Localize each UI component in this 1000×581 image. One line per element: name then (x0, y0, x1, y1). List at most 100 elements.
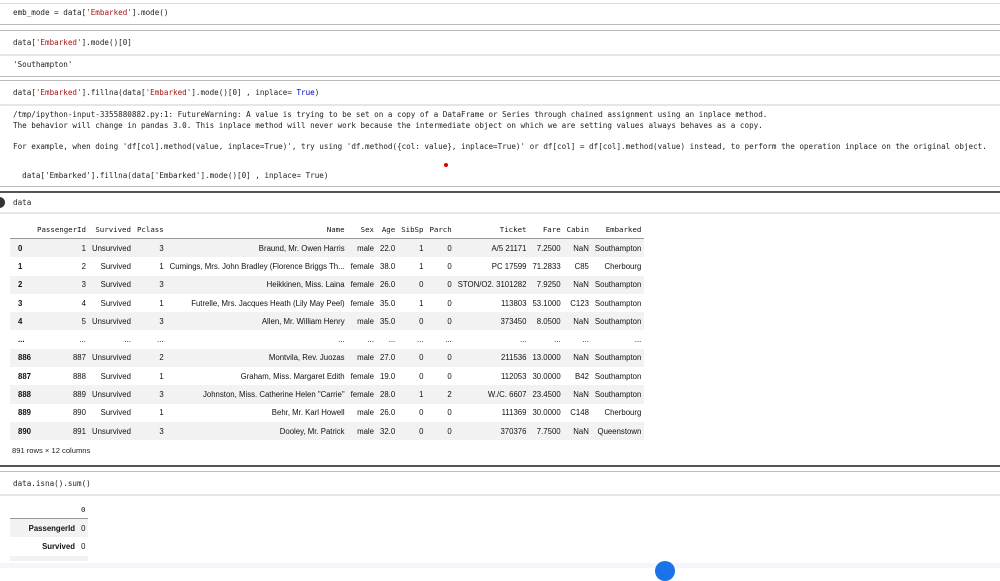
table-cell: C85 (574, 261, 589, 271)
table-cell: NaN (563, 275, 592, 294)
row-index: 1 (18, 261, 23, 271)
table-cell: 1 (159, 261, 164, 271)
cursor-dot-icon (444, 163, 448, 167)
column-header: SibSp (398, 221, 427, 239)
table-cell: 887 (34, 348, 89, 368)
table-cell: 1 (419, 298, 424, 308)
column-header: Age (377, 221, 399, 239)
table-cell: female (347, 275, 377, 294)
code-text: emb_mode = data[ (13, 8, 87, 17)
table-cell: 23.4500 (529, 385, 564, 404)
code-string: 'Embarked' (35, 38, 82, 47)
table-cell: 0 (419, 371, 424, 381)
code-text: ].mode()[0] (81, 38, 132, 47)
row-index: 886 (10, 348, 35, 368)
row-index: ... (18, 335, 25, 345)
table-cell: 3 (133, 385, 167, 404)
table-cell: 19.0 (380, 371, 396, 381)
table-cell: Unsurvived (88, 385, 134, 404)
row-index: 888 (10, 385, 35, 404)
table-cell: 0 (426, 312, 455, 331)
table-cell: female (347, 385, 377, 404)
code-cell-4[interactable]: data (13, 198, 31, 207)
table-cell: ... (338, 335, 345, 345)
table-cell: 28.0 (377, 385, 399, 404)
table-cell: 0 (426, 275, 455, 294)
table-cell: Survived (88, 275, 134, 294)
column-header: Survived (88, 221, 134, 239)
table-cell: Allen, Mr. William Henry (166, 312, 348, 331)
table-cell: Dooley, Mr. Patrick (166, 421, 348, 441)
table-cell: 7.7500 (529, 421, 564, 441)
table-cell: 891 (34, 421, 89, 441)
table-cell: 0 (447, 298, 452, 308)
table-cell: ... (554, 335, 561, 345)
run-button-icon[interactable] (0, 197, 5, 208)
table-cell: NaN (563, 385, 592, 404)
table-cell: Southampton (591, 238, 645, 258)
table-cell: Unsurvived (88, 312, 134, 331)
table-cell: A/5 21171 (454, 238, 530, 258)
table-cell: 1 (398, 385, 427, 404)
table-cell: 32.0 (377, 421, 399, 441)
table-cell: 30.0000 (532, 371, 561, 381)
table-cell: 27.0 (377, 348, 399, 368)
table-cell: Southampton (594, 298, 642, 308)
table-cell: 3 (34, 275, 89, 294)
table-cell: 1 (419, 261, 424, 271)
table-cell: Montvila, Rev. Juozas (166, 348, 348, 368)
table-cell: PC 17599 (491, 261, 527, 271)
table-cell: male (347, 421, 377, 441)
table-cell: ... (388, 335, 396, 345)
table-cell: 888 (72, 371, 86, 381)
table-cell: Unsurvived (88, 421, 134, 441)
row-label: PassengerId (10, 518, 78, 538)
column-header: Ticket (454, 221, 530, 239)
code-cell-3[interactable]: data['Embarked'].fillna(data['Embarked']… (13, 88, 319, 97)
table-cell: 8.0500 (529, 312, 564, 331)
table-cell: Braund, Mr. Owen Harris (166, 238, 348, 258)
column-header: Sex (347, 221, 377, 239)
row-label: Survived (42, 541, 75, 551)
table-row: 888 889 Unsurvived 3 Johnston, Miss. Catheri… (10, 385, 645, 404)
table-cell: 22.0 (377, 238, 399, 258)
table-cell: 1 (159, 408, 164, 418)
table-cell: 3 (133, 238, 167, 258)
bottom-bar (0, 563, 1000, 568)
table-cell: ... (519, 335, 527, 345)
table-cell: female (350, 371, 374, 381)
table-cell: 0 (398, 275, 427, 294)
table-cell: 3 (133, 312, 167, 331)
table-row: 4 5 Unsurvived 3 Allen, Mr. William Henry mal… (10, 312, 645, 331)
table-cell: Southampton (594, 371, 642, 381)
table-cell: Southampton (591, 348, 645, 368)
table-cell: male (347, 312, 377, 331)
table-cell: 7.2500 (529, 238, 564, 258)
column-header: Cabin (563, 221, 592, 239)
table-cell: Graham, Miss. Margaret Edith (240, 371, 345, 381)
code-cell-2[interactable]: data['Embarked'].mode()[0] (13, 38, 132, 47)
row-value: 0 (81, 541, 86, 551)
table-cell: 0 (398, 348, 427, 368)
table-cell: Southampton (591, 312, 645, 331)
column-header: Parch (426, 221, 455, 239)
add-cell-button-icon[interactable] (655, 561, 675, 581)
table-cell: 30.0000 (532, 408, 561, 418)
row-index: 890 (10, 421, 35, 441)
code-cell-5[interactable]: data.isna().sum() (13, 479, 91, 488)
column-header: Fare (529, 221, 564, 239)
table-cell: 13.0000 (529, 348, 564, 368)
table-cell: NaN (563, 421, 592, 441)
table-cell: NaN (563, 238, 592, 258)
table-cell: 889 (34, 385, 89, 404)
dataframe-table: PassengerId Survived Pclass Name Sex Age SibSp… (10, 221, 645, 441)
table-row: 887 888 Survived 1 Graham, Miss. Margaret Ed… (10, 367, 644, 385)
table-cell: 0 (426, 421, 455, 441)
table-cell: 26.0 (380, 408, 396, 418)
table-cell: 113803 (501, 298, 527, 308)
code-cell-1[interactable]: emb_mode = data['Embarked'].mode() (13, 8, 168, 17)
row-index: 3 (18, 298, 23, 308)
table-cell: ... (79, 335, 86, 345)
table-cell: 211536 (454, 348, 530, 368)
column-header: PassengerId (34, 221, 89, 239)
